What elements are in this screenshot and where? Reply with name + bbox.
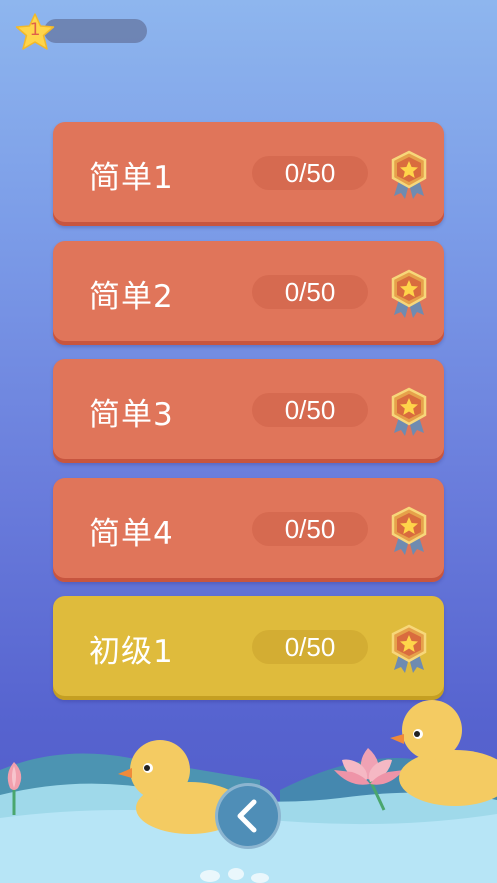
back-arrow-icon (237, 799, 257, 833)
star-progress-bar (44, 19, 147, 43)
star-count: 1 (29, 20, 41, 40)
level-name: 简单2 (89, 278, 174, 315)
duck-right-icon (390, 700, 497, 806)
medal-icon (391, 624, 427, 673)
back-button[interactable] (215, 783, 281, 849)
level-name: 初级1 (89, 634, 174, 670)
level-progress: 0/50 (252, 156, 368, 190)
medal-icon (391, 269, 427, 318)
level-progress: 0/50 (252, 511, 368, 546)
level-card-easy-3[interactable]: 简单3 0/50 (53, 359, 444, 463)
level-list: 简单1 0/50 简单2 0/50 简单3 0/50 简单4 0/50 初级1 … (53, 122, 444, 715)
medal-icon (391, 506, 427, 555)
level-card-easy-2[interactable]: 简单2 0/50 (53, 240, 444, 345)
level-name: 简单1 (89, 160, 174, 196)
level-card-easy-1[interactable]: 简单1 0/50 (53, 122, 444, 226)
level-name: 简单4 (89, 515, 174, 552)
level-card-beginner-1[interactable]: 初级1 0/50 (53, 596, 444, 700)
level-card-easy-4[interactable]: 简单4 0/50 (53, 477, 444, 582)
level-name: 简单3 (89, 397, 174, 433)
level-progress: 0/50 (252, 393, 368, 427)
medal-icon (391, 387, 427, 436)
level-progress: 0/50 (252, 274, 368, 309)
level-progress: 0/50 (252, 630, 368, 664)
star-level-badge: 1 (14, 12, 154, 52)
medal-icon (391, 150, 427, 199)
